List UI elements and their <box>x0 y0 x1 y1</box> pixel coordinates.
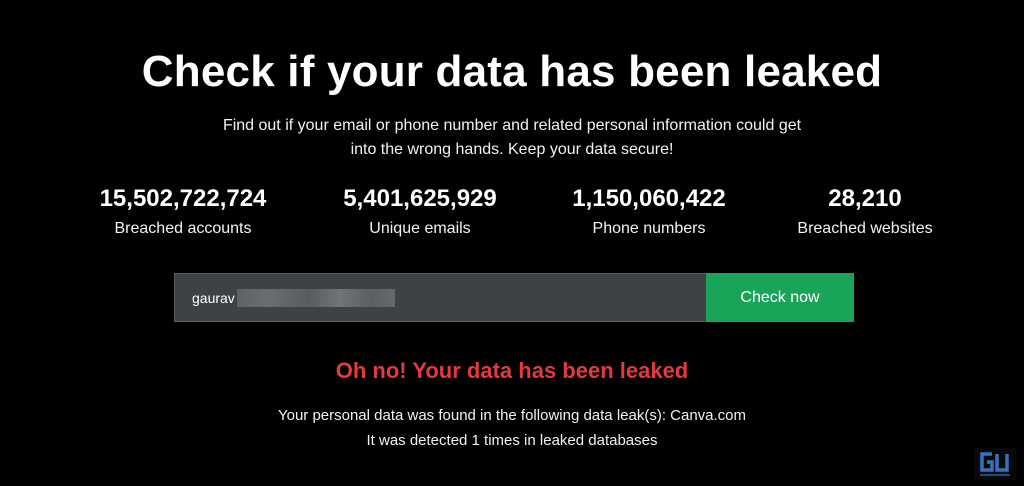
leak-result-title: Oh no! Your data has been leaked <box>335 358 689 383</box>
leak-result-line-1: Your personal data was found in the foll… <box>277 407 747 424</box>
stat-label: Phone numbers <box>592 220 706 237</box>
subtitle-line-1: Find out if your email or phone number a… <box>222 117 802 134</box>
watermark-logo-icon <box>974 448 1016 480</box>
stat-value: 28,210 <box>828 185 902 212</box>
stat-label: Breached accounts <box>114 220 252 237</box>
leak-result-line-2: It was detected 1 times in leaked databa… <box>366 432 658 449</box>
page-title: Check if your data has been leaked <box>141 47 883 96</box>
stat-unique-emails: 5,401,625,929 Unique emails <box>310 184 530 240</box>
subtitle-line-2: into the wrong hands. Keep your data sec… <box>350 141 674 158</box>
search-input-value: gaurav <box>192 289 235 306</box>
stat-phone-numbers: 1,150,060,422 Phone numbers <box>539 184 759 240</box>
stat-breached-accounts: 15,502,722,724 Breached accounts <box>73 184 293 240</box>
email-search-input[interactable]: gaurav <box>174 273 706 322</box>
check-now-button[interactable]: Check now <box>706 273 854 322</box>
page-subtitle: Find out if your email or phone number a… <box>212 114 812 162</box>
page: Check if your data has been leaked Find … <box>0 0 1024 486</box>
stat-value: 1,150,060,422 <box>572 185 726 212</box>
stat-label: Breached websites <box>797 220 933 237</box>
stat-label: Unique emails <box>369 220 471 237</box>
stat-breached-websites: 28,210 Breached websites <box>755 184 975 240</box>
stat-value: 5,401,625,929 <box>343 185 497 212</box>
stats-row: 15,502,722,724 Breached accounts 5,401,6… <box>0 184 1024 244</box>
redacted-email-blur <box>236 288 395 307</box>
search-form: gaurav Check now <box>174 273 854 322</box>
stat-value: 15,502,722,724 <box>99 185 267 212</box>
leak-result-details: Your personal data was found in the foll… <box>0 403 1024 453</box>
